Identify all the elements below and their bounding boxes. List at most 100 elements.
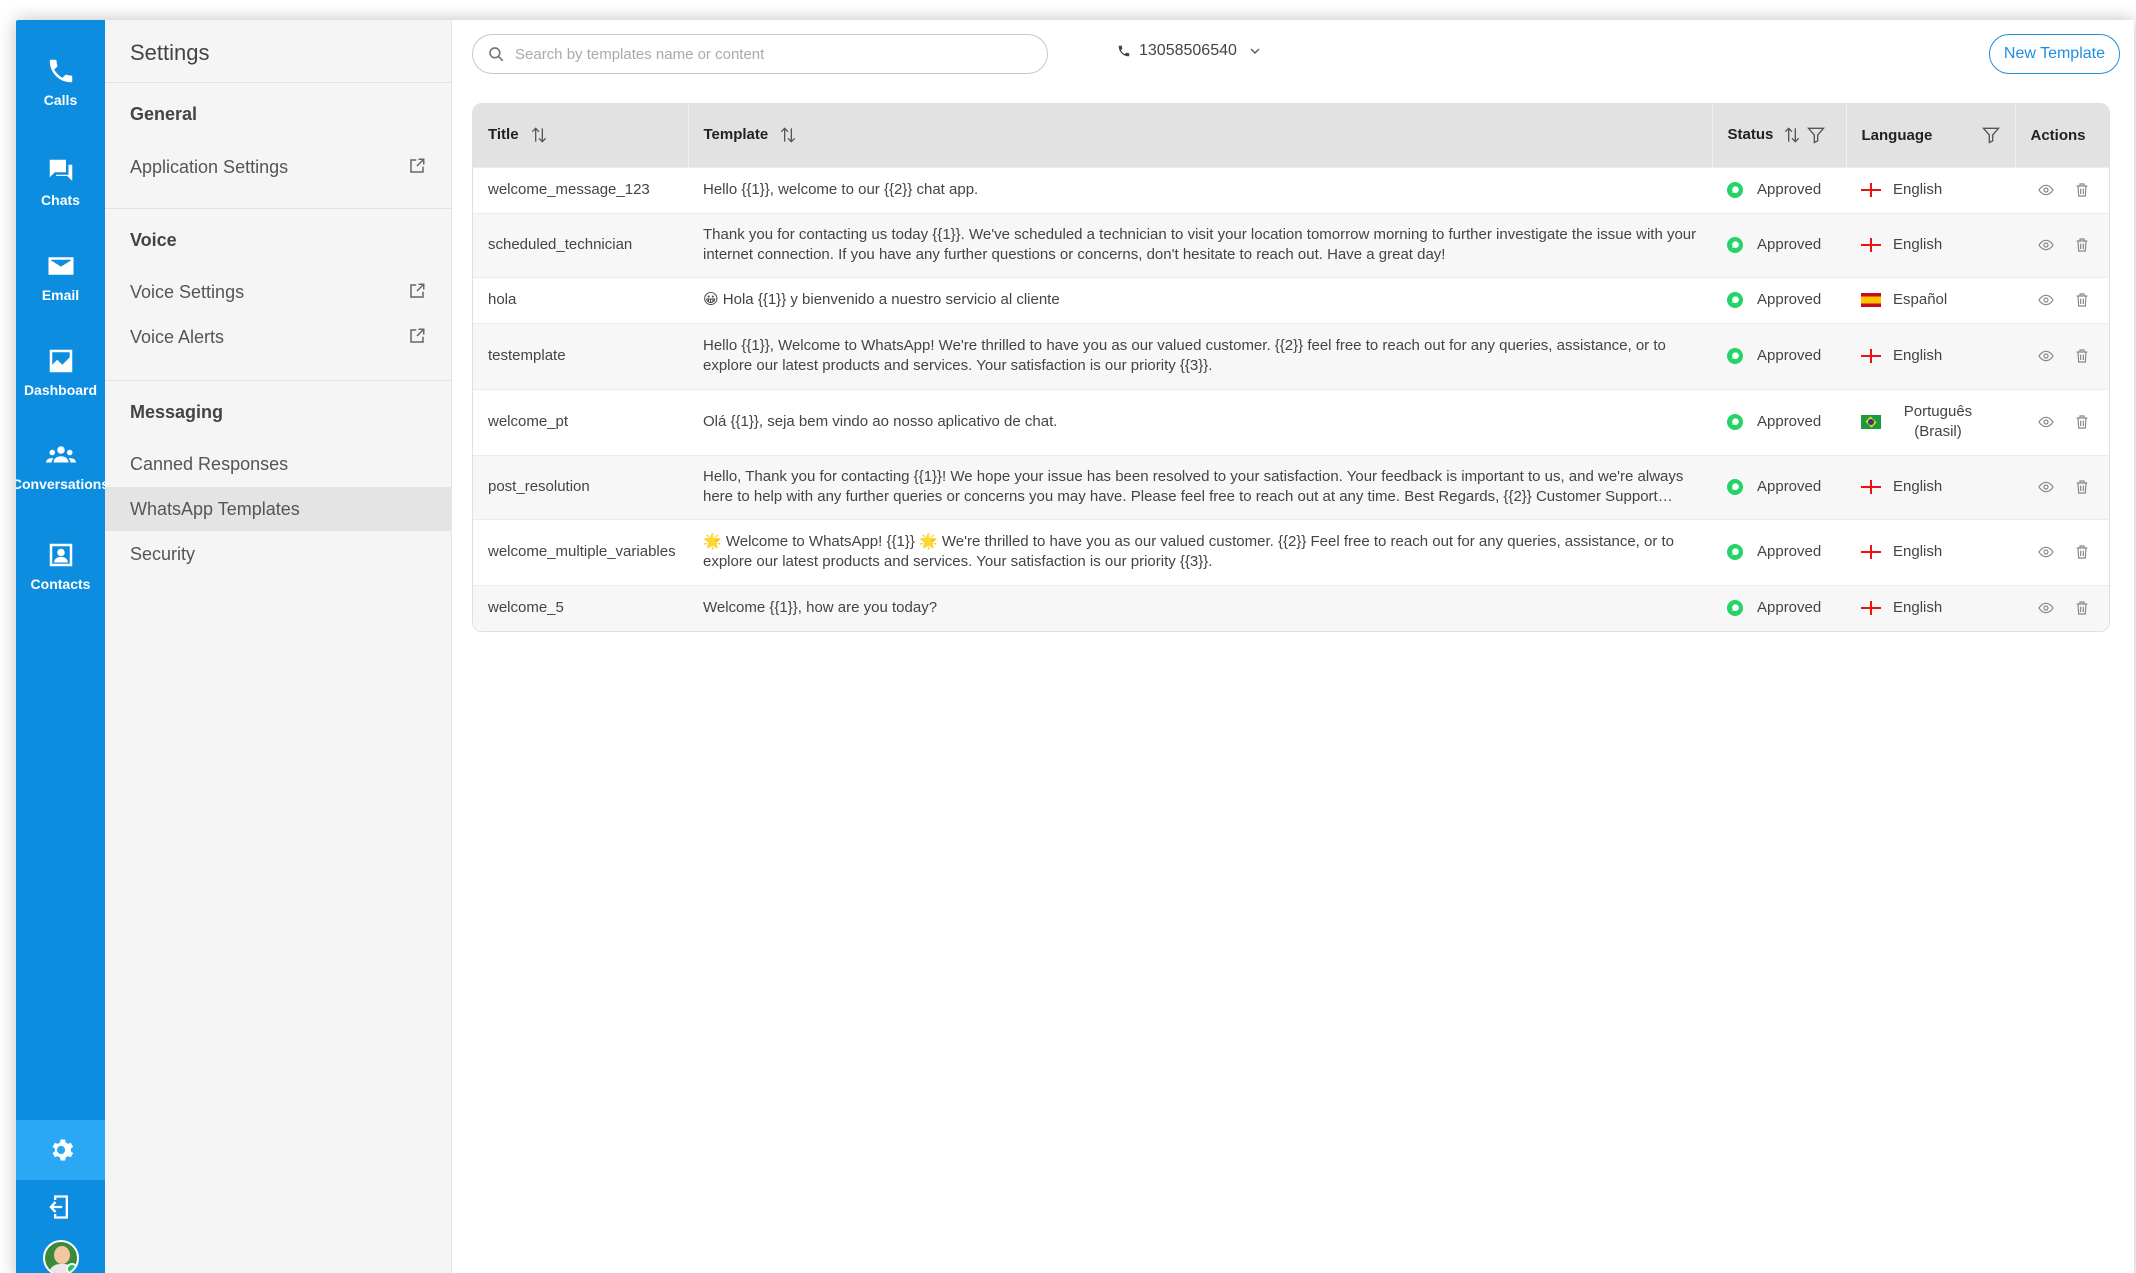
settings-item-voice-settings[interactable]: Voice Settings <box>105 270 452 314</box>
trash-icon[interactable] <box>2074 237 2090 253</box>
rail-label-calls: Calls <box>43 92 78 108</box>
eye-icon[interactable] <box>2038 414 2054 430</box>
cell-template: Olá {{1}}, seja bem vindo ao nosso aplic… <box>688 389 1712 455</box>
cell-status: Approved <box>1712 389 1846 455</box>
rail-label-dashboard: Dashboard <box>23 382 98 398</box>
language-text: English <box>1893 543 1943 560</box>
column-header-template[interactable]: Template <box>688 104 1713 167</box>
user-avatar[interactable] <box>43 1240 79 1273</box>
cell-template: 🌟 Welcome to WhatsApp! {{1}} 🌟 We're thr… <box>688 519 1712 585</box>
main-content: 13058506540 New Template Title <box>452 20 2134 1273</box>
template-text: Hello {{1}}, Welcome to WhatsApp! We're … <box>703 337 1666 374</box>
table-row[interactable]: testemplate Hello {{1}}, Welcome to What… <box>473 323 2109 389</box>
whatsapp-icon <box>1727 479 1743 495</box>
settings-item-canned-responses[interactable]: Canned Responses <box>105 442 452 486</box>
language-text: English <box>1893 236 1943 253</box>
cell-actions <box>2015 167 2109 213</box>
column-header-actions: Actions <box>2015 104 2109 167</box>
whatsapp-icon <box>1727 600 1743 617</box>
settings-item-application-settings[interactable]: Application Settings <box>105 145 452 189</box>
cell-actions <box>2015 213 2109 277</box>
table-row[interactable]: post_resolution Hello, Thank you for con… <box>473 455 2109 519</box>
settings-divider <box>105 380 452 381</box>
rail-settings-button[interactable] <box>16 1120 105 1180</box>
rail-item-dashboard[interactable]: Dashboard <box>16 338 105 418</box>
cell-language: English <box>1846 455 2015 519</box>
spain-flag-icon <box>1861 293 1881 307</box>
eye-icon[interactable] <box>2038 182 2054 198</box>
template-text: Hello {{1}}, welcome to our {{2}} chat a… <box>703 181 979 198</box>
trash-icon[interactable] <box>2074 544 2090 560</box>
rail-item-contacts[interactable]: Contacts <box>16 532 105 612</box>
email-icon <box>48 257 73 275</box>
eye-icon[interactable] <box>2038 544 2054 560</box>
trash-icon[interactable] <box>2074 348 2090 364</box>
rail-item-calls[interactable]: Calls <box>16 48 105 128</box>
search-bar <box>472 34 1048 74</box>
eye-icon[interactable] <box>2038 348 2054 364</box>
cell-status: Approved <box>1712 277 1846 323</box>
eye-icon[interactable] <box>2038 237 2054 253</box>
trash-icon[interactable] <box>2074 182 2090 198</box>
table-row[interactable]: welcome_5 Welcome {{1}}, how are you tod… <box>473 585 2109 631</box>
table-row[interactable]: welcome_pt Olá {{1}}, seja bem vindo ao … <box>473 389 2109 455</box>
language-text: Español <box>1893 291 1948 308</box>
cell-actions <box>2015 277 2109 323</box>
status-text: Approved <box>1757 181 1822 198</box>
table-row[interactable]: welcome_message_123 Hello {{1}}, welcome… <box>473 167 2109 213</box>
rail-logout-button[interactable] <box>16 1182 105 1232</box>
whatsapp-icon <box>1727 414 1743 430</box>
rail-label-contacts: Contacts <box>30 576 91 592</box>
eye-icon[interactable] <box>2038 600 2054 616</box>
rail-item-email[interactable]: Email <box>16 243 105 323</box>
new-template-button[interactable]: New Template <box>1988 34 2120 74</box>
column-header-title[interactable]: Title <box>473 104 689 167</box>
trash-icon[interactable] <box>2074 600 2090 616</box>
template-text: 😀 Hola {{1}} y bienvenido a nuestro serv… <box>703 291 1060 308</box>
settings-item-voice-alerts[interactable]: Voice Alerts <box>105 315 452 359</box>
column-header-label: Status <box>1727 126 1774 144</box>
cell-template: Hello {{1}}, Welcome to WhatsApp! We're … <box>688 323 1712 389</box>
sort-icon[interactable] <box>529 125 549 145</box>
filter-icon[interactable] <box>1981 125 2001 145</box>
phone-icon <box>1118 45 1130 57</box>
whatsapp-icon <box>1727 544 1743 560</box>
table-row[interactable]: scheduled_technician Thank you for conta… <box>473 213 2109 277</box>
table-header-row: Title Template Status Language Actions <box>473 104 2109 167</box>
cell-status: Approved <box>1712 455 1846 519</box>
phone-number-select[interactable]: 13058506540 <box>1117 42 1263 60</box>
app-window: Calls Chats Email Dashboard Conversation… <box>16 20 2134 1273</box>
table-row[interactable]: hola 😀 Hola {{1}} y bienvenido a nuestro… <box>473 277 2109 323</box>
trash-icon[interactable] <box>2074 479 2090 495</box>
england-flag-icon <box>1861 183 1881 197</box>
search-input[interactable] <box>515 45 1035 63</box>
external-link-icon <box>408 157 426 175</box>
eye-icon[interactable] <box>2038 292 2054 308</box>
sort-icon[interactable] <box>1782 125 1802 145</box>
phone-number-value: 13058506540 <box>1139 42 1237 59</box>
language-text: English <box>1893 599 1943 617</box>
rail-item-chats[interactable]: Chats <box>16 148 105 228</box>
column-header-language[interactable]: Language <box>1846 104 2016 167</box>
column-header-status[interactable]: Status <box>1712 104 1847 167</box>
settings-item-label: Application Settings <box>130 156 289 177</box>
trash-icon[interactable] <box>2074 414 2090 430</box>
column-header-label: Title <box>488 126 519 144</box>
settings-item-label: WhatsApp Templates <box>130 498 300 519</box>
trash-icon[interactable] <box>2074 292 2090 308</box>
online-status-dot <box>66 1263 77 1273</box>
conversations-icon <box>45 446 76 463</box>
settings-item-label: Voice Alerts <box>130 326 225 347</box>
settings-item-security[interactable]: Security <box>105 532 452 576</box>
column-header-label: Actions <box>2030 126 2086 144</box>
table-row[interactable]: welcome_multiple_variables 🌟 Welcome to … <box>473 519 2109 585</box>
rail-item-conversations[interactable]: Conversations <box>16 432 109 512</box>
status-text: Approved <box>1757 413 1822 430</box>
whatsapp-icon <box>1727 292 1743 308</box>
status-text: Approved <box>1757 347 1822 364</box>
filter-icon[interactable] <box>1806 125 1826 145</box>
sort-icon[interactable] <box>778 125 798 145</box>
settings-item-whatsapp-templates[interactable]: WhatsApp Templates <box>105 487 452 531</box>
cell-status: Approved <box>1712 519 1846 585</box>
eye-icon[interactable] <box>2038 479 2054 495</box>
